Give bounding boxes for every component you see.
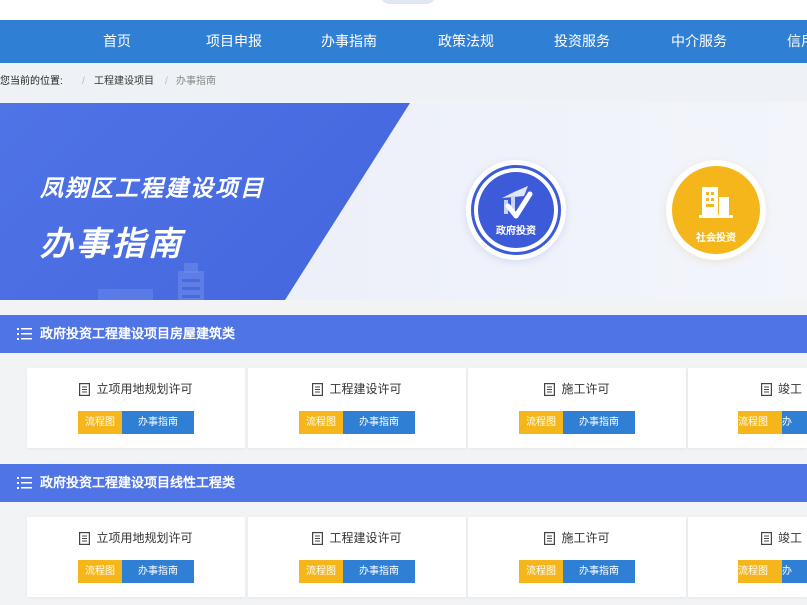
nav-item-project-application[interactable]: 项目申报 xyxy=(206,20,262,63)
document-icon xyxy=(79,532,91,546)
guide-button[interactable]: 办事指南 xyxy=(122,560,194,583)
stage-card: 工程建设许可 流程图 办事指南 xyxy=(248,368,466,448)
stage-card: 竣工 流程图办 xyxy=(688,368,807,448)
main-nav: 首页 项目申报 办事指南 政策法规 投资服务 中介服务 信用 xyxy=(0,20,807,63)
banner-subtitle: 办事指南 xyxy=(40,225,184,262)
section-title: 政府投资工程建设项目线性工程类 xyxy=(40,475,236,490)
nav-item-credit[interactable]: 信用 xyxy=(787,20,807,63)
stage-card-header: 立项用地规划许可 xyxy=(27,380,245,397)
flowchart-button[interactable]: 流程图 xyxy=(299,411,343,434)
stage-card-title: 立项用地规划许可 xyxy=(96,382,193,396)
guide-button[interactable]: 办 xyxy=(782,411,807,434)
stage-card: 工程建设许可 流程图 办事指南 xyxy=(248,517,466,597)
guide-button[interactable]: 办 xyxy=(782,560,807,583)
guide-button[interactable]: 办事指南 xyxy=(122,411,194,434)
stage-card-title: 竣工 xyxy=(778,382,803,396)
list-icon xyxy=(17,477,32,489)
stage-card-title: 立项用地规划许可 xyxy=(96,531,193,545)
flowchart-button[interactable]: 流程图 xyxy=(519,411,563,434)
document-icon xyxy=(79,383,91,397)
document-icon xyxy=(761,383,772,397)
government-investment-icon xyxy=(502,186,533,219)
government-investment-button[interactable]: 政府投资 xyxy=(466,160,566,260)
stage-card-title: 工程建设许可 xyxy=(329,382,402,396)
stage-card-title: 施工许可 xyxy=(561,531,610,545)
nav-item-service-guide[interactable]: 办事指南 xyxy=(321,20,377,63)
building-silhouette-icon xyxy=(178,263,204,300)
stage-card-header: 工程建设许可 xyxy=(248,380,466,397)
document-icon xyxy=(312,383,324,397)
building-silhouette-icon xyxy=(98,289,153,300)
stage-card-header: 施工许可 xyxy=(468,380,686,397)
stage-card-header: 竣工 xyxy=(688,529,807,546)
document-icon xyxy=(761,532,772,546)
stage-card: 施工许可 流程图 办事指南 xyxy=(468,517,686,597)
guide-button[interactable]: 办事指南 xyxy=(563,411,635,434)
list-icon xyxy=(17,328,32,340)
soc-label: 社会投资 xyxy=(696,233,736,244)
document-icon xyxy=(544,383,556,397)
flowchart-button[interactable]: 流程图 xyxy=(519,560,563,583)
card-row-housing: 立项用地规划许可 流程图 办事指南 工程建设许可 流程图 办事指南 施工许可 流程图… xyxy=(0,353,807,464)
document-icon xyxy=(312,532,324,546)
breadcrumb-separator: / xyxy=(82,76,85,87)
gov-label: 政府投资 xyxy=(496,226,536,237)
breadcrumb-separator: / xyxy=(165,76,168,87)
stage-card-header: 工程建设许可 xyxy=(248,529,466,546)
document-icon xyxy=(544,532,556,546)
nav-item-investment-service[interactable]: 投资服务 xyxy=(554,20,610,63)
breadcrumb: 您当前的位置: / 工程建设项目 / 办事指南 xyxy=(0,63,807,101)
stage-card-header: 竣工 xyxy=(688,380,807,397)
section-header-linear: 政府投资工程建设项目线性工程类 xyxy=(0,464,807,502)
stage-card: 施工许可 流程图 办事指南 xyxy=(468,368,686,448)
flowchart-button[interactable]: 流程图 xyxy=(299,560,343,583)
social-investment-icon xyxy=(699,187,733,218)
breadcrumb-item-project[interactable]: 工程建设项目 xyxy=(94,63,154,101)
banner-title: 凤翔区工程建设项目 xyxy=(40,175,265,201)
section-header-housing: 政府投资工程建设项目房屋建筑类 xyxy=(0,315,807,353)
card-row-linear: 立项用地规划许可 流程图 办事指南 工程建设许可 流程图 办事指南 施工许可 流程图… xyxy=(0,502,807,605)
flowchart-button[interactable]: 流程图 xyxy=(78,560,122,583)
stage-card-title: 施工许可 xyxy=(561,382,610,396)
nav-item-agency-service[interactable]: 中介服务 xyxy=(671,20,727,63)
social-investment-button[interactable]: 社会投资 xyxy=(666,160,766,260)
flowchart-button[interactable]: 流程图 xyxy=(738,411,782,434)
flowchart-button[interactable]: 流程图 xyxy=(738,560,782,583)
flowchart-button[interactable]: 流程图 xyxy=(78,411,122,434)
guide-button[interactable]: 办事指南 xyxy=(343,411,415,434)
stage-card-title: 工程建设许可 xyxy=(329,531,402,545)
top-tab-knob xyxy=(380,0,436,4)
breadcrumb-label: 您当前的位置: xyxy=(0,76,63,87)
stage-card: 立项用地规划许可 流程图 办事指南 xyxy=(27,517,245,597)
guide-button[interactable]: 办事指南 xyxy=(563,560,635,583)
stage-card: 立项用地规划许可 流程图 办事指南 xyxy=(27,368,245,448)
hero-banner: 凤翔区工程建设项目 办事指南 政府投资 社会投资 xyxy=(0,103,807,300)
breadcrumb-item-current: 办事指南 xyxy=(176,76,216,87)
stage-card-header: 立项用地规划许可 xyxy=(27,529,245,546)
stage-card: 竣工 流程图办 xyxy=(688,517,807,597)
top-strip xyxy=(0,0,807,20)
stage-card-title: 竣工 xyxy=(778,531,803,545)
nav-item-home[interactable]: 首页 xyxy=(103,20,131,63)
guide-button[interactable]: 办事指南 xyxy=(343,560,415,583)
nav-item-policies[interactable]: 政策法规 xyxy=(438,20,494,63)
section-title: 政府投资工程建设项目房屋建筑类 xyxy=(40,326,236,341)
stage-card-header: 施工许可 xyxy=(468,529,686,546)
